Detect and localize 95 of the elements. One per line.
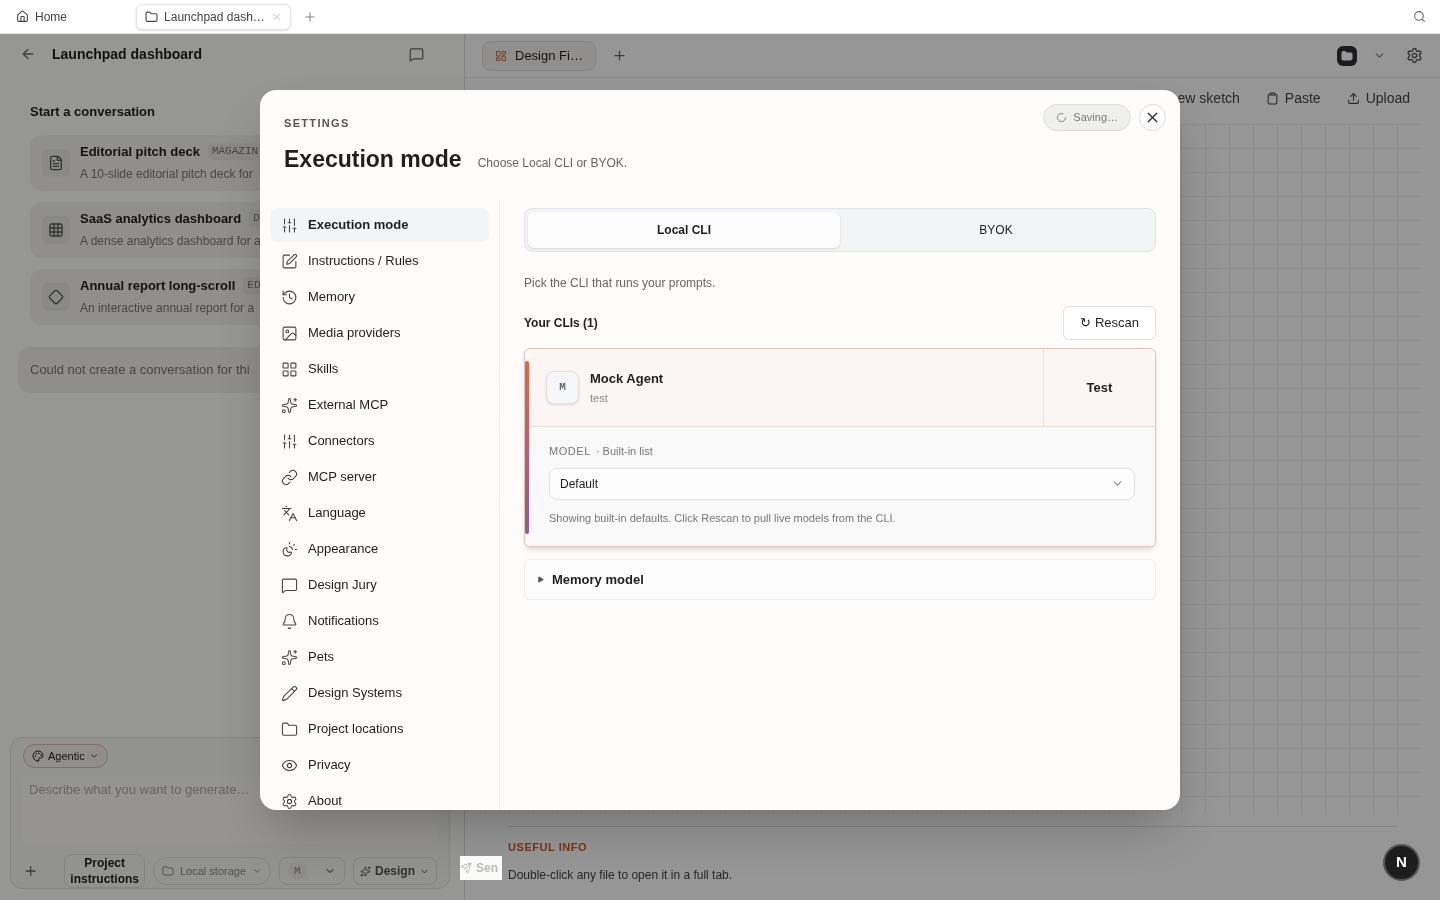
sliders-icon xyxy=(281,432,298,450)
mode-tab[interactable]: BYOK xyxy=(840,212,1152,248)
settings-nav-item[interactable]: MCP server xyxy=(270,460,489,494)
sparkles-icon xyxy=(360,865,371,877)
settings-nav-item[interactable]: Memory xyxy=(270,280,489,314)
upload-icon xyxy=(1346,91,1360,105)
settings-nav-item[interactable]: Media providers xyxy=(270,316,489,350)
caret-icon xyxy=(88,751,99,761)
browser-tab[interactable]: Home xyxy=(8,3,88,30)
sliders-icon xyxy=(281,216,298,234)
image-icon xyxy=(281,324,298,342)
pen-square-icon xyxy=(281,252,298,270)
sun-moon-icon xyxy=(281,540,298,558)
grid-icon xyxy=(495,49,507,62)
error-banner: Could not create a conversation for thi xyxy=(18,346,260,393)
settings-nav-item[interactable]: Connectors xyxy=(270,424,489,458)
template-description: A dense analytics dashboard for a xyxy=(80,233,262,251)
model-select[interactable]: Default xyxy=(549,467,1135,500)
toolbar-button[interactable]: Upload xyxy=(1346,87,1410,109)
link-icon xyxy=(281,468,298,486)
attach-icon[interactable] xyxy=(23,863,39,879)
folder-button[interactable] xyxy=(1337,45,1357,66)
send-icon xyxy=(460,862,472,874)
palette-icon xyxy=(32,750,44,762)
agent-subtitle: test xyxy=(590,391,609,406)
bell-icon xyxy=(281,612,298,630)
template-description: An interactive annual report for a xyxy=(80,300,256,318)
mode-tab[interactable]: Local CLI xyxy=(528,212,840,248)
toolbar-button[interactable]: ew sketch xyxy=(1177,87,1240,109)
back-icon[interactable] xyxy=(20,46,36,62)
sparkles-icon xyxy=(281,396,298,414)
section-title: Start a conversation xyxy=(30,103,156,121)
settings-nav-item[interactable]: External MCP xyxy=(270,388,489,422)
new-tab-icon[interactable] xyxy=(611,48,627,63)
caret-icon xyxy=(252,866,263,876)
model-source: · Built-in list xyxy=(595,444,653,459)
pencil-icon xyxy=(281,684,298,702)
settings-nav-item[interactable]: Language xyxy=(270,496,489,530)
grid-icon xyxy=(42,215,70,244)
memory-model-row[interactable]: Memory model xyxy=(524,559,1156,600)
browser-tab[interactable]: Launchpad dash… xyxy=(136,3,291,30)
settings-icon[interactable] xyxy=(1406,47,1423,64)
project-instructions-button[interactable]: Project instructions xyxy=(64,854,145,888)
settings-eyebrow: SETTINGS xyxy=(284,116,350,131)
model-note: Showing built-in defaults. Click Rescan to pull live models from the CLI. xyxy=(549,510,897,526)
translate-icon xyxy=(281,504,298,522)
speech-bubble-icon[interactable] xyxy=(409,46,424,62)
template-title: Editorial pitch deck xyxy=(80,142,200,161)
folder-icon xyxy=(1341,49,1353,62)
dialog-title: Execution mode xyxy=(284,144,462,174)
test-button[interactable]: Test xyxy=(1043,349,1155,426)
dialog-subtitle: Choose Local CLI or BYOK. xyxy=(477,154,628,172)
mode-dropdown[interactable]: Agentic xyxy=(23,744,108,768)
agent-name: Mock Agent xyxy=(590,369,664,388)
folder-icon xyxy=(145,9,159,24)
spinner-icon xyxy=(1056,112,1068,123)
settings-nav-item[interactable]: Pets xyxy=(270,640,489,674)
design-dropdown[interactable]: Design xyxy=(353,857,437,885)
document-icon xyxy=(42,148,70,177)
model-label: MODEL xyxy=(549,444,591,459)
speech-bubble-icon xyxy=(281,576,298,594)
agent-avatar: M xyxy=(546,371,579,404)
clipboard-icon xyxy=(1265,91,1279,105)
template-title: Annual report long-scroll xyxy=(80,276,236,295)
info-text: Double-click any file to open it in a full tab. xyxy=(508,866,734,884)
toolbar-button[interactable]: Paste xyxy=(1265,87,1321,109)
file-tab[interactable]: Design Fi… xyxy=(482,40,596,71)
history-icon xyxy=(281,288,298,306)
template-tag: MAGAZIN xyxy=(207,143,263,160)
folder-icon xyxy=(281,720,298,738)
settings-nav-item[interactable]: Design Systems xyxy=(270,676,489,710)
search-icon[interactable] xyxy=(1413,10,1426,23)
home-icon xyxy=(16,10,29,23)
settings-nav-item[interactable]: Design Jury xyxy=(270,568,489,602)
template-description: A 10-slide editorial pitch deck for xyxy=(80,166,254,184)
folder-icon xyxy=(162,865,174,877)
section-heading: USEFUL INFO xyxy=(508,840,589,855)
settings-nav-item[interactable]: Appearance xyxy=(270,532,489,566)
clis-heading: Your CLIs (1) xyxy=(524,315,598,332)
caret-icon xyxy=(537,576,544,583)
saving-status: Saving… xyxy=(1043,104,1131,131)
settings-nav-item[interactable]: Instructions / Rules xyxy=(270,244,489,278)
cli-card[interactable]: M Mock Agent test Test MODEL · Built-in list Default Showing built-in defaults. Click Rescan to pull live models from the CLI. xyxy=(524,348,1156,547)
template-title: SaaS analytics dashboard xyxy=(80,209,242,228)
rescan-button[interactable]: ↻ Rescan xyxy=(1063,306,1156,340)
settings-nav-item[interactable]: Skills xyxy=(270,352,489,386)
settings-nav-item[interactable]: Notifications xyxy=(270,604,489,638)
sparkles-icon xyxy=(281,648,298,666)
grid-icon xyxy=(281,360,298,378)
settings-nav-item[interactable]: Execution mode xyxy=(270,208,489,242)
hint-text: Pick the CLI that runs your prompts. xyxy=(524,275,717,292)
settings-icon xyxy=(281,792,298,810)
close-button[interactable] xyxy=(1139,104,1166,131)
panel-title: Launchpad dashboard xyxy=(52,44,203,64)
new-tab-icon[interactable] xyxy=(303,9,317,24)
